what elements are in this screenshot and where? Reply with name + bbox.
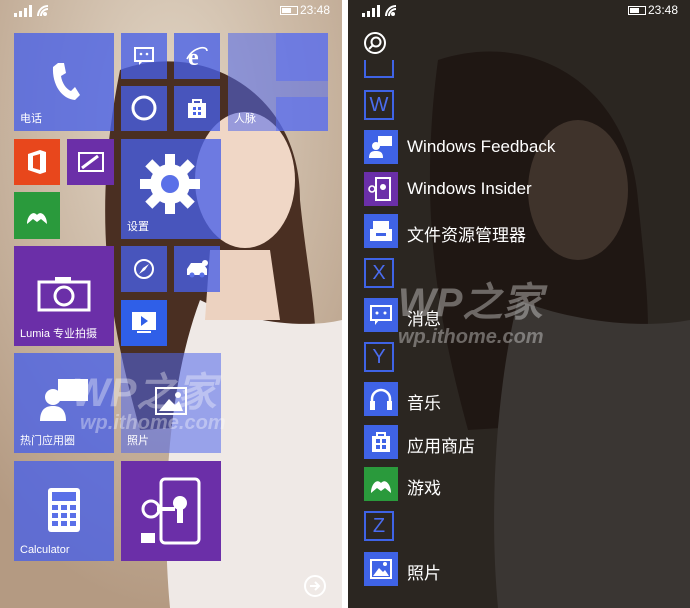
tile-people[interactable]: 人脉 [228,33,328,131]
battery-icon [280,6,298,15]
app-file-manager[interactable]: 文件资源管理器 [364,214,684,248]
car-icon [187,260,208,278]
file-manager-icon [364,214,398,248]
clock: 23:48 [299,3,330,17]
tile-calculator[interactable]: Calculator [14,461,114,561]
tile-label: 设置 [127,221,149,233]
tile-label: 电话 [20,113,42,125]
letter-header-y[interactable]: Y [364,342,394,372]
compass-icon [134,259,154,279]
tile-messaging[interactable] [121,33,167,79]
tile-car[interactable] [174,246,220,292]
status-bar: 23:48 [0,0,342,22]
tile-compass[interactable] [121,246,167,292]
tile-sway[interactable] [67,139,114,185]
tile-internet-explorer[interactable]: e [174,33,220,79]
tile-movies[interactable] [121,300,167,346]
start-screen: 23:48 电话 e 人脉 设置 Lumia 专业拍摄 热门应用圈 照片 Cal… [0,0,342,608]
headphones-icon [364,382,398,416]
tile-label: Lumia 专业拍摄 [20,328,98,340]
app-list-screen: 23:48 W Windows Feedback Windows Insider… [348,0,690,608]
tile-phone[interactable]: 电话 [14,33,114,131]
gear-icon [140,154,200,214]
letter-header-partial[interactable] [364,60,394,78]
watermark-brand: WP之家 [72,371,217,415]
battery-icon [628,6,646,15]
watermark-url: wp.ithome.com [398,326,544,348]
app-games[interactable]: 游戏 [364,467,684,501]
video-icon [132,312,156,333]
search-icon [368,36,382,50]
tile-xbox[interactable] [14,192,60,239]
tile-store[interactable] [174,86,220,131]
app-music[interactable]: 音乐 [364,382,684,416]
watermark-brand: WP之家 [398,281,543,325]
office-icon [28,150,46,174]
store-icon [364,425,398,459]
arrow-right-icon [310,581,321,591]
photo-icon [364,552,398,586]
message-icon [134,47,154,65]
letter-header-z[interactable]: Z [364,511,394,541]
ie-icon: e [186,45,208,69]
letter-header-w[interactable]: W [364,90,394,120]
tile-lumia-camera[interactable]: Lumia 专业拍摄 [14,246,114,346]
tile-windows-insider[interactable] [121,461,221,561]
app-windows-insider[interactable]: Windows Insider [364,172,684,206]
calculator-icon [48,488,80,532]
phone-icon [52,63,80,100]
tile-settings[interactable]: 设置 [121,139,221,239]
app-windows-feedback[interactable]: Windows Feedback [364,130,684,164]
status-bar: 23:48 [348,0,690,22]
feedback-icon [364,130,398,164]
insider-icon [364,172,398,206]
tile-cortana[interactable] [121,86,167,131]
cortana-icon [131,95,157,121]
camera-icon [37,277,91,312]
search-button[interactable] [364,32,386,54]
clock: 23:48 [647,3,678,17]
tile-label: 人脉 [234,113,256,125]
xbox-icon [364,467,398,501]
app-store[interactable]: 应用商店 [364,425,684,459]
sway-icon [78,152,104,172]
tile-label: 热门应用圈 [20,435,75,447]
message-icon [364,298,398,332]
insider-icon [141,477,201,545]
xbox-icon [27,213,47,224]
wifi-icon [37,5,49,17]
store-icon [188,99,206,118]
all-apps-arrow-button[interactable] [304,575,326,597]
app-photos[interactable]: 照片 [364,552,684,586]
tile-label: Calculator [20,544,70,556]
tile-office[interactable] [14,139,60,185]
wifi-icon [385,5,397,17]
letter-header-x[interactable]: X [364,258,394,288]
watermark-url: wp.ithome.com [80,412,226,434]
